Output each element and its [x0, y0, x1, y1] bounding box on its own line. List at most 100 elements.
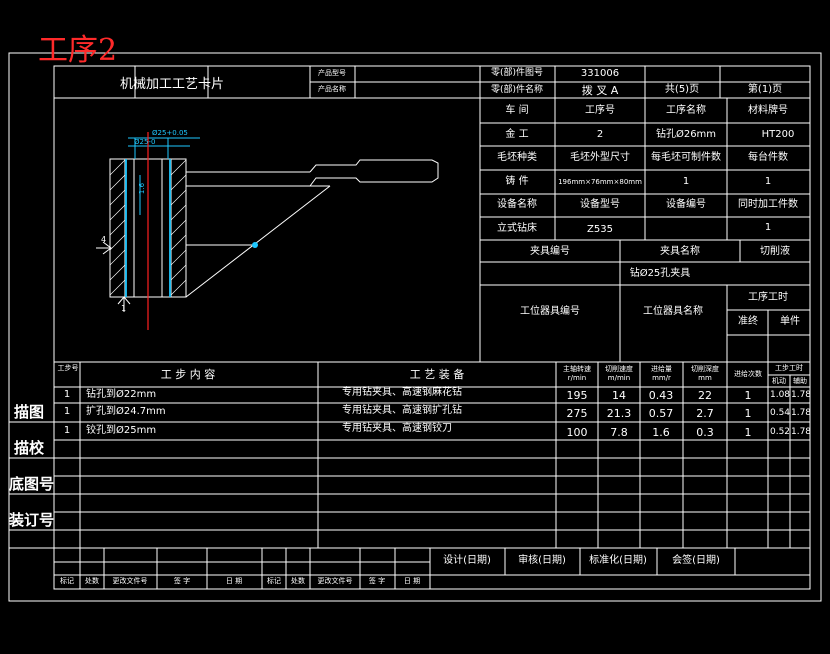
- step-1-spindle: 195: [566, 389, 588, 402]
- step-no-header: 工步号: [57, 364, 79, 372]
- rev-doc-2: 更改文件号: [317, 577, 353, 585]
- station-name-label: 工位器具名称: [643, 306, 703, 317]
- blank-type-value: 铸 件: [505, 176, 529, 187]
- equipment-name-value: 立式钻床: [497, 223, 537, 234]
- machine-time-header: 机动: [772, 377, 786, 385]
- step-2-spindle: 275: [566, 407, 588, 420]
- side-label-binding: 装订号: [9, 511, 55, 529]
- dimension-label-top: Ø25+0.05: [152, 129, 188, 137]
- step-2-content: 扩孔到Ø24.7mm: [86, 406, 166, 417]
- material-label: 材料牌号: [748, 105, 788, 116]
- parts-per-blank-label: 每毛坯可制件数: [651, 152, 721, 163]
- product-name-label: 产品名称: [318, 85, 346, 93]
- step-3-feed: 1.6: [652, 426, 670, 439]
- review-date-label: 审核(日期): [518, 555, 566, 566]
- step-1-speed: 14: [612, 389, 626, 402]
- rev-mark-1: 标记: [60, 577, 74, 585]
- step-2-feed: 0.57: [648, 407, 674, 420]
- op-no-value: 2: [596, 129, 604, 140]
- equipment-no-label: 设备编号: [666, 199, 706, 210]
- rev-sign-1: 签 字: [173, 577, 191, 585]
- feed-header: 进给量 mm/r: [651, 365, 672, 382]
- parts-per-unit-value: 1: [764, 176, 772, 187]
- simultaneous-value: 1: [764, 222, 772, 233]
- aux-time-header: 辅助: [793, 377, 807, 385]
- step-2-speed: 21.3: [606, 407, 632, 420]
- parts-per-blank-value: 1: [682, 176, 690, 187]
- step-1-no: 1: [63, 389, 71, 400]
- total-pages: 共(5)页: [664, 84, 700, 95]
- equipment-name-label: 设备名称: [497, 199, 537, 210]
- step-content-header: 工 步 内 容: [160, 368, 216, 381]
- station-no-label: 工位器具编号: [520, 306, 580, 317]
- datum-mark-b: 1: [121, 304, 127, 313]
- fixture-name-value: 钻Ø25孔夹具: [629, 268, 691, 279]
- simultaneous-label: 同时加工件数: [738, 199, 798, 210]
- step-1-equipment: 专用钻夹具、高速钢麻花钻: [342, 387, 462, 398]
- roughness-label: 1.6: [138, 182, 147, 195]
- step-3-equipment: 专用钻夹具、高速钢铰刀: [342, 423, 452, 434]
- design-date-label: 设计(日期): [443, 555, 491, 566]
- equipment-header: 工 艺 装 备: [409, 368, 465, 381]
- part-name-value: 拨 叉 A: [581, 84, 619, 97]
- blank-type-label: 毛坯种类: [497, 152, 537, 163]
- step-3-no: 1: [63, 425, 71, 436]
- fixture-name-label: 夹具名称: [660, 246, 700, 257]
- side-label-tracing: 描图: [14, 403, 45, 421]
- depth-header: 切削深度 mm: [691, 365, 719, 382]
- step-3-spindle: 100: [566, 426, 588, 439]
- step-3-passes: 1: [744, 426, 752, 439]
- part-drawing: [109, 158, 439, 298]
- workshop-label: 车 间: [505, 105, 529, 116]
- step-2-equipment: 专用钻夹具、高速钢扩孔钻: [342, 405, 462, 416]
- side-label-check: 描校: [14, 439, 45, 457]
- parts-per-unit-label: 每台件数: [748, 152, 788, 163]
- standard-date-label: 标准化(日期): [589, 555, 647, 566]
- rev-mark-2: 标记: [267, 577, 281, 585]
- step-3-aux: 1.78: [790, 427, 812, 437]
- rev-count-2: 处数: [291, 577, 305, 585]
- countersign-date-label: 会签(日期): [672, 555, 720, 566]
- operation-title: 工序2: [38, 33, 118, 68]
- fixture-no-label: 夹具编号: [530, 246, 570, 257]
- datum-point: [252, 242, 258, 248]
- step-3-speed: 7.8: [610, 426, 628, 439]
- unit-time-label: 单件: [780, 316, 800, 327]
- equipment-model-label: 设备型号: [580, 199, 620, 210]
- op-no-label: 工序号: [585, 105, 615, 116]
- card-title: 机械加工工艺卡片: [119, 77, 225, 92]
- datum-mark-a: 4: [101, 235, 107, 244]
- step-1-depth: 22: [698, 389, 712, 402]
- step-3-machine: 0.52: [769, 427, 791, 437]
- part-drawing-value: 331006: [580, 68, 620, 79]
- dimension-label-sub: Ø25-0: [134, 138, 156, 146]
- step-2-machine: 0.54: [769, 408, 791, 418]
- step-2-aux: 1.78: [790, 408, 812, 418]
- step-time-header: 工步工时: [775, 364, 803, 372]
- side-label-base-drawing: 底图号: [9, 475, 55, 493]
- equipment-model-value: Z535: [587, 224, 613, 235]
- step-1-aux: 1.78: [790, 390, 812, 400]
- part-drawing-label: 零(部)件图号: [490, 68, 544, 78]
- rev-doc-1: 更改文件号: [112, 577, 148, 585]
- step-2-depth: 2.7: [696, 407, 714, 420]
- passes-header: 进给次数: [734, 370, 762, 378]
- rev-count-1: 处数: [85, 577, 99, 585]
- material-value: HT200: [761, 129, 795, 140]
- speed-header: 切削速度 m/min: [605, 365, 633, 382]
- step-3-content: 铰孔到Ø25mm: [86, 425, 157, 436]
- prep-time-label: 准终: [738, 316, 758, 327]
- step-1-machine: 1.08: [769, 390, 791, 400]
- rev-date-1: 日 期: [225, 577, 243, 585]
- step-1-content: 钻孔到Ø22mm: [86, 389, 157, 400]
- rev-date-2: 日 期: [403, 577, 421, 585]
- op-name-label: 工序名称: [666, 105, 706, 116]
- product-model-label: 产品型号: [318, 69, 346, 77]
- rev-sign-2: 签 字: [368, 577, 386, 585]
- workshop-value: 金 工: [505, 129, 529, 140]
- part-name-label: 零(部)件名称: [490, 85, 544, 95]
- op-time-label: 工序工时: [748, 292, 788, 303]
- page-number: 第(1)页: [747, 84, 783, 95]
- dimension-lines: [128, 137, 200, 215]
- step-1-passes: 1: [744, 389, 752, 402]
